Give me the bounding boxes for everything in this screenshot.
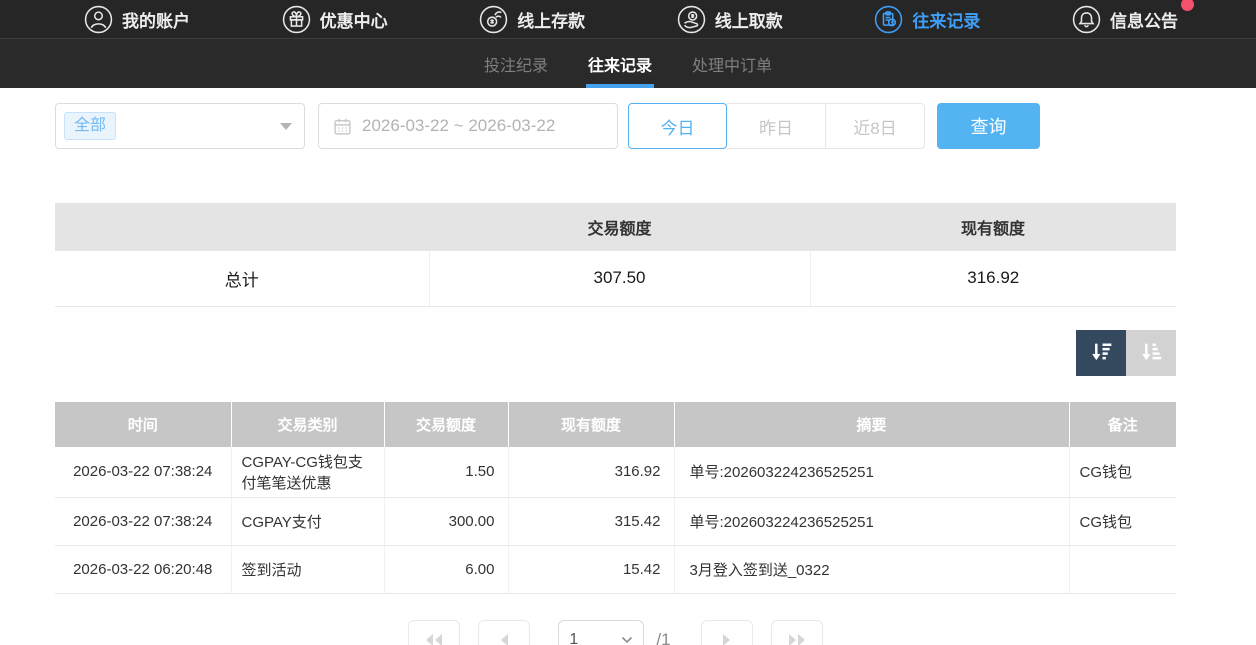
withdraw-icon (677, 5, 706, 34)
cell-balance: 316.92 (508, 447, 674, 498)
nav-my-account[interactable]: 我的账户 (84, 5, 190, 34)
date-range-value: 2026-03-22 ~ 2026-03-22 (362, 116, 555, 136)
cell-type: CGPAY-CG钱包支付笔笔送优惠 (231, 447, 384, 498)
nav-label: 信息公告 (1110, 7, 1178, 32)
transaction-type-select[interactable]: 全部 (55, 103, 305, 149)
summary-total-row: 总计 307.50 316.92 (55, 251, 1176, 306)
main-content: 全部 2026-03-22 ~ 2026-03-22 今日 昨日 近8日 查询 (55, 103, 1176, 645)
records-header-row: 时间 交易类别 交易额度 现有额度 摘要 备注 (55, 402, 1176, 447)
tab-label: 处理中订单 (692, 52, 772, 76)
sort-ascending-icon (1138, 339, 1165, 366)
nav-label: 优惠中心 (320, 7, 388, 32)
header-summary: 摘要 (674, 402, 1069, 447)
cell-type: 签到活动 (231, 545, 384, 593)
tab-processing-orders[interactable]: 处理中订单 (690, 39, 774, 88)
cell-balance: 15.42 (508, 545, 674, 593)
chevron-down-icon (621, 636, 633, 644)
cell-type: CGPAY支付 (231, 497, 384, 545)
nav-promo-center[interactable]: 优惠中心 (282, 5, 388, 34)
nav-label: 线上存款 (517, 7, 585, 32)
cell-amount: 1.50 (384, 447, 508, 498)
last-page-button[interactable] (771, 620, 823, 645)
cell-time: 2026-03-22 07:38:24 (55, 497, 231, 545)
table-row: 2026-03-22 07:38:24 CGPAY-CG钱包支付笔笔送优惠 1.… (55, 447, 1176, 498)
tab-betting-records[interactable]: 投注纪录 (482, 39, 550, 88)
header-type: 交易类别 (231, 402, 384, 447)
top-navigation-bar: 我的账户 优惠中心 线上存款 (0, 0, 1256, 39)
chevron-down-icon (280, 123, 292, 130)
nav-online-deposit[interactable]: 线上存款 (479, 5, 585, 34)
current-page-value: 1 (569, 631, 578, 645)
notification-badge (1181, 0, 1194, 11)
cell-note: CG钱包 (1069, 497, 1176, 545)
today-button[interactable]: 今日 (628, 103, 727, 149)
nav-label: 线上取款 (715, 7, 783, 32)
first-page-button[interactable] (408, 620, 460, 645)
summary-header-current-balance: 现有额度 (810, 203, 1176, 251)
sort-controls (55, 330, 1176, 376)
page-number-select[interactable]: 1 (558, 620, 644, 645)
total-pages-label: /1 (656, 630, 670, 645)
cell-time: 2026-03-22 07:38:24 (55, 447, 231, 498)
cell-summary: 单号:202603224236525251 (674, 447, 1069, 498)
summary-table: 交易额度 现有额度 总计 307.50 316.92 (55, 203, 1176, 307)
gift-icon (282, 5, 311, 34)
sort-descending-icon (1088, 339, 1115, 366)
table-row: 2026-03-22 06:20:48 签到活动 6.00 15.42 3月登入… (55, 545, 1176, 593)
cell-note: CG钱包 (1069, 447, 1176, 498)
previous-page-button[interactable] (478, 620, 530, 645)
chevron-left-icon (497, 632, 511, 645)
cell-time: 2026-03-22 06:20:48 (55, 545, 231, 593)
filter-row: 全部 2026-03-22 ~ 2026-03-22 今日 昨日 近8日 查询 (55, 103, 1176, 149)
selected-type-chip[interactable]: 全部 (64, 112, 116, 140)
nav-online-withdrawal[interactable]: 线上取款 (677, 5, 783, 34)
table-row: 2026-03-22 07:38:24 CGPAY支付 300.00 315.4… (55, 497, 1176, 545)
summary-current-balance: 316.92 (810, 251, 1176, 306)
sort-descending-button[interactable] (1076, 330, 1126, 376)
cell-note (1069, 545, 1176, 593)
sort-ascending-button[interactable] (1126, 330, 1176, 376)
cell-summary: 3月登入签到送_0322 (674, 545, 1069, 593)
tab-label: 投注纪录 (484, 52, 548, 76)
search-button[interactable]: 查询 (937, 103, 1040, 149)
header-transaction-amount: 交易额度 (384, 402, 508, 447)
summary-header-empty (55, 203, 429, 251)
summary-header-transaction-amount: 交易额度 (429, 203, 810, 251)
nav-transaction-records[interactable]: 往来记录 (874, 5, 980, 34)
date-range-input[interactable]: 2026-03-22 ~ 2026-03-22 (318, 103, 618, 149)
double-chevron-right-icon (786, 632, 808, 645)
bell-icon (1072, 5, 1101, 34)
nav-label: 我的账户 (122, 7, 190, 32)
cell-amount: 300.00 (384, 497, 508, 545)
records-table: 时间 交易类别 交易额度 现有额度 摘要 备注 2026-03-22 07:38… (55, 402, 1176, 594)
summary-header-row: 交易额度 现有额度 (55, 203, 1176, 251)
cell-balance: 315.42 (508, 497, 674, 545)
cell-summary: 单号:202603224236525251 (674, 497, 1069, 545)
tab-label: 往来记录 (588, 52, 652, 76)
next-page-button[interactable] (701, 620, 753, 645)
double-chevron-left-icon (423, 632, 445, 645)
cell-amount: 6.00 (384, 545, 508, 593)
summary-total-label: 总计 (55, 251, 429, 306)
tab-transaction-records[interactable]: 往来记录 (586, 39, 654, 88)
summary-transaction-amount: 307.50 (429, 251, 810, 306)
sub-navigation-bar: 投注纪录 往来记录 处理中订单 (0, 39, 1256, 88)
records-icon (874, 5, 903, 34)
header-time: 时间 (55, 402, 231, 447)
header-current-balance: 现有额度 (508, 402, 674, 447)
deposit-icon (479, 5, 508, 34)
nav-announcements[interactable]: 信息公告 (1072, 5, 1178, 34)
calendar-icon (333, 117, 352, 136)
user-icon (84, 5, 113, 34)
nav-label: 往来记录 (912, 7, 980, 32)
quick-range-group: 今日 昨日 近8日 (628, 103, 925, 149)
yesterday-button[interactable]: 昨日 (727, 103, 826, 149)
chevron-right-icon (720, 632, 734, 645)
header-note: 备注 (1069, 402, 1176, 447)
pagination: 1 /1 (55, 620, 1176, 645)
last-8-days-button[interactable]: 近8日 (826, 103, 925, 149)
